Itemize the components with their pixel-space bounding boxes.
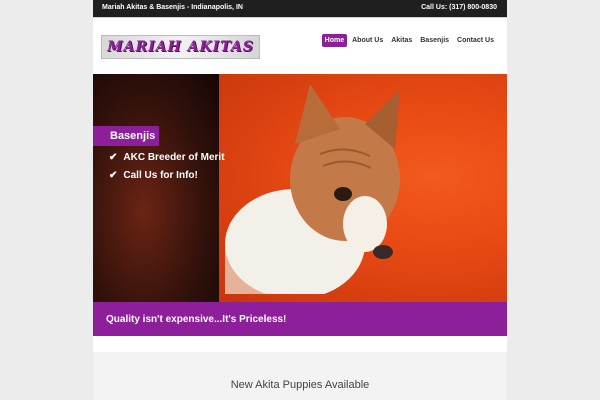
hero-bullet-text: Call Us for Info!	[123, 170, 198, 181]
nav-item-basenjis[interactable]: Basenjis	[417, 34, 452, 47]
hero-photo-dark	[93, 74, 219, 302]
puppies-section: New Akita Puppies Available	[93, 352, 507, 400]
nav-item-akitas[interactable]: Akitas	[388, 34, 415, 47]
check-icon: ✔	[109, 170, 118, 181]
check-icon: ✔	[109, 152, 118, 163]
nav-item-about-us[interactable]: About Us	[349, 34, 386, 47]
hero-slider[interactable]: Basenjis ✔ AKC Breeder of Merit ✔ Call U…	[93, 74, 507, 302]
page-container: Mariah Akitas & Basenjis - Indianapolis,…	[93, 0, 507, 400]
site-logo[interactable]: MARIAH AKITAS	[101, 35, 260, 59]
hero-bullet: ✔ AKC Breeder of Merit	[109, 152, 225, 163]
hero-tag: Basenjis	[93, 126, 159, 146]
section-heading: New Akita Puppies Available	[230, 379, 370, 391]
nav-item-home[interactable]: Home	[321, 34, 348, 47]
site-tagline: Mariah Akitas & Basenjis - Indianapolis,…	[102, 4, 243, 11]
hero-bullet-text: AKC Breeder of Merit	[123, 152, 225, 163]
quote-text: Quality isn't expensive...It's Priceless…	[106, 314, 287, 325]
nav-item-contact-us[interactable]: Contact Us	[454, 34, 497, 47]
phone-link[interactable]: Call Us: (317) 800-0830	[421, 4, 497, 11]
header: MARIAH AKITAS Home About Us Akitas Basen…	[93, 17, 507, 75]
top-bar: Mariah Akitas & Basenjis - Indianapolis,…	[93, 0, 507, 17]
hero-bullets: ✔ AKC Breeder of Merit ✔ Call Us for Inf…	[109, 152, 225, 188]
hero-bullet: ✔ Call Us for Info!	[109, 170, 225, 181]
main-nav: Home About Us Akitas Basenjis Contact Us	[321, 34, 497, 47]
quote-bar: Quality isn't expensive...It's Priceless…	[93, 302, 507, 336]
basenji-puppy-image	[225, 84, 400, 294]
